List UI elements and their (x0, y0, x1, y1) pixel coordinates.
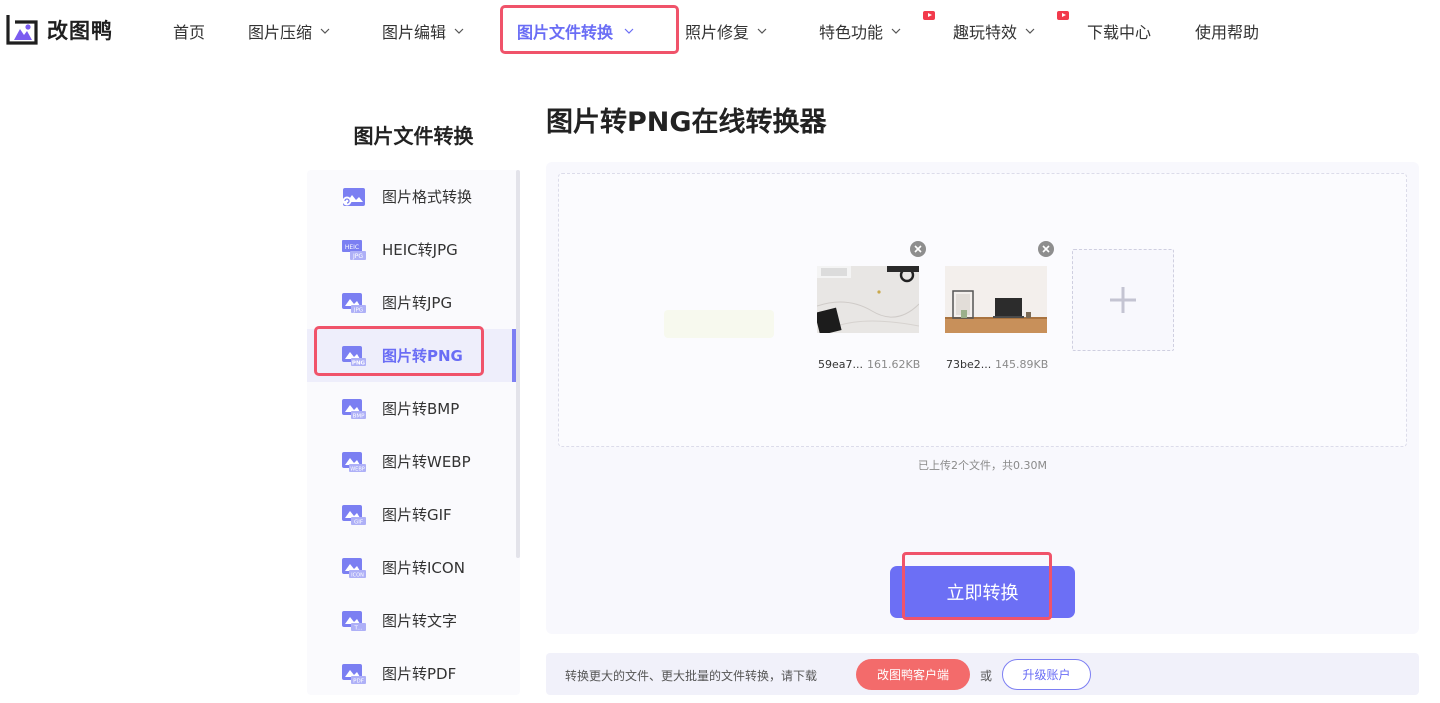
sidebar-item-format-convert[interactable]: 图片格式转换 (307, 170, 520, 223)
nav-home-label: 首页 (173, 23, 206, 42)
video-badge-icon (923, 11, 935, 20)
nav-image-compress[interactable]: 图片压缩 (248, 18, 330, 44)
webp-file-icon: WEBP (341, 451, 367, 473)
svg-text:T...: T... (354, 625, 363, 631)
remove-file-button[interactable] (1038, 241, 1054, 257)
sidebar-item-to-icon[interactable]: ICON 图片转ICON (307, 541, 520, 594)
sidebar-item-label: 图片转JPG (382, 294, 453, 312)
nav-fun-effects[interactable]: 趣玩特效 (953, 18, 1035, 44)
gif-file-icon: GIF (341, 504, 367, 526)
nav-help[interactable]: 使用帮助 (1195, 18, 1259, 44)
sidebar-item-label: 图片转WEBP (382, 453, 471, 471)
sidebar-item-to-bmp[interactable]: BMP 图片转BMP (307, 382, 520, 435)
brand-name: 改图鸭 (47, 19, 113, 43)
svg-text:ICON: ICON (351, 572, 364, 578)
nav-image-edit[interactable]: 图片编辑 (382, 18, 464, 44)
duck-logo-icon (6, 15, 38, 45)
svg-text:PDF: PDF (353, 678, 364, 684)
nav-special-features[interactable]: 特色功能 (819, 18, 901, 44)
or-label: 或 (980, 669, 993, 683)
convert-highlight-box (902, 552, 1052, 620)
nav-photo-repair[interactable]: 照片修复 (685, 18, 767, 44)
svg-text:JPG: JPG (352, 253, 363, 260)
video-badge-icon (1057, 11, 1069, 20)
file-name: 73be2... (946, 358, 992, 371)
sidebar-scrollbar[interactable] (516, 170, 520, 558)
sidebar-highlight-box (314, 326, 484, 376)
sidebar-item-label: 图片转BMP (382, 400, 460, 418)
file-thumbnail (817, 266, 919, 333)
sidebar-item-to-jpg[interactable]: JPG 图片转JPG (307, 276, 520, 329)
nav-special-features-label: 特色功能 (819, 23, 884, 42)
sidebar-item-heic-jpg[interactable]: HEIC JPG HEIC转JPG (307, 223, 520, 276)
nav-image-edit-label: 图片编辑 (382, 23, 447, 42)
nav-image-compress-label: 图片压缩 (248, 23, 313, 42)
svg-text:HEIC: HEIC (345, 244, 359, 251)
close-icon (914, 245, 922, 253)
chevron-down-icon (320, 28, 330, 34)
chevron-down-icon (891, 28, 901, 34)
promo-text: 转换更大的文件、更大批量的文件转换，请下载 (565, 669, 818, 683)
nav-download-center[interactable]: 下载中心 (1087, 18, 1151, 44)
svg-text:BMP: BMP (353, 413, 366, 419)
upload-hint-ghost (664, 310, 774, 338)
upload-status: 已上传2个文件，共0.30M (918, 459, 1047, 472)
sidebar-item-to-pdf[interactable]: PDF 图片转PDF (307, 647, 520, 700)
bmp-file-icon: BMP (341, 398, 367, 420)
add-file-button[interactable] (1072, 249, 1174, 351)
sidebar-item-label: 图片格式转换 (382, 188, 473, 206)
page-title: 图片转PNG在线转换器 (546, 107, 827, 138)
sidebar: 图片格式转换 HEIC JPG HEIC转JPG JPG 图片转JPG PNG 图… (307, 170, 520, 695)
file-size: 145.89KB (995, 358, 1049, 371)
remove-file-button[interactable] (910, 241, 926, 257)
svg-text:WEBP: WEBP (350, 466, 365, 472)
pdf-file-icon: PDF (341, 663, 367, 685)
svg-text:JPG: JPG (353, 307, 363, 313)
file-thumbnail (945, 266, 1047, 333)
jpg-file-icon: JPG (341, 292, 367, 314)
download-client-button[interactable]: 改图鸭客户端 (856, 659, 970, 690)
sidebar-item-label: 图片转PDF (382, 665, 457, 683)
heic-jpg-icon: HEIC JPG (341, 239, 367, 261)
chevron-down-icon (1025, 28, 1035, 34)
sidebar-item-label: 图片转文字 (382, 612, 458, 630)
file-name: 59ea7... (818, 358, 863, 371)
svg-text:GIF: GIF (354, 519, 363, 525)
close-icon (1042, 245, 1050, 253)
top-header: 改图鸭 首页 图片压缩 图片编辑 图片文件转换 照片修复 特色功能 趣玩特效 下… (0, 0, 1440, 62)
text-file-icon: T... (341, 610, 367, 632)
nav-download-center-label: 下载中心 (1087, 23, 1152, 42)
sidebar-item-to-text[interactable]: T... 图片转文字 (307, 594, 520, 647)
sidebar-item-to-gif[interactable]: GIF 图片转GIF (307, 488, 520, 541)
nav-highlight-box (500, 5, 679, 54)
sidebar-item-label: 图片转GIF (382, 506, 452, 524)
nav-fun-effects-label: 趣玩特效 (953, 23, 1018, 42)
file-size: 161.62KB (867, 358, 921, 371)
sidebar-item-to-webp[interactable]: WEBP 图片转WEBP (307, 435, 520, 488)
chevron-down-icon (454, 28, 464, 34)
nav-home[interactable]: 首页 (173, 18, 205, 44)
brand-logo[interactable]: 改图鸭 (4, 12, 113, 48)
chevron-down-icon (757, 28, 767, 34)
image-convert-icon (341, 186, 367, 208)
upgrade-account-button[interactable]: 升级账户 (1002, 659, 1091, 690)
nav-photo-repair-label: 照片修复 (685, 23, 750, 42)
sidebar-item-label: HEIC转JPG (382, 241, 458, 259)
sidebar-item-label: 图片转ICON (382, 559, 465, 577)
icon-file-icon: ICON (341, 557, 367, 579)
sidebar-title: 图片文件转换 (353, 124, 474, 148)
plus-icon (1110, 287, 1136, 313)
nav-help-label: 使用帮助 (1195, 23, 1260, 42)
